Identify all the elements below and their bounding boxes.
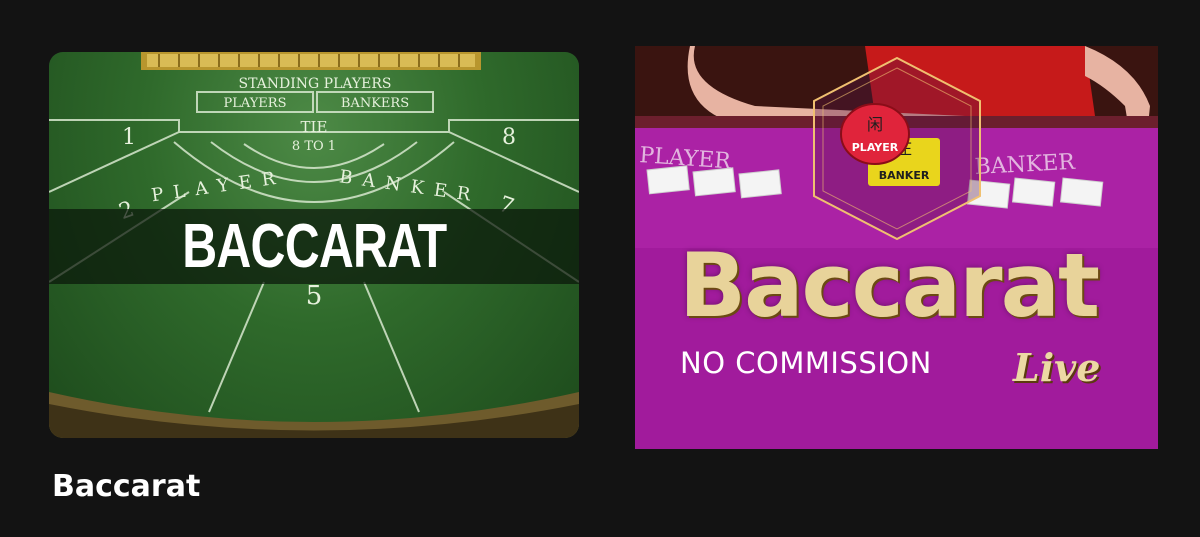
live-game-title: Baccarat	[679, 234, 1100, 337]
player-chip-label: PLAYER	[852, 141, 899, 154]
player-word-label: PLAYER	[150, 167, 287, 207]
banker-word-label: BANKER	[338, 166, 482, 207]
seat-number-1: 1	[122, 125, 136, 150]
title-banner: BACCARAT	[49, 209, 579, 284]
seat-number-8: 8	[502, 125, 516, 150]
section-title: Baccarat	[52, 469, 201, 504]
tie-odds-label: 8 TO 1	[292, 139, 336, 154]
player-chip-glyph: 闲	[867, 115, 883, 134]
baccarat-live-tile[interactable]: PLAYER BANKER 庄 BANKER 闲 PLAYER Baccarat…	[635, 46, 1158, 449]
players-label: PLAYERS	[223, 96, 286, 111]
felt-banker-text: BANKER	[974, 150, 1077, 180]
standing-players-label: STANDING PLAYERS	[238, 76, 391, 92]
banker-chip-label: BANKER	[879, 169, 930, 182]
seat-number-5: 5	[306, 281, 323, 311]
live-tag: Live	[1013, 345, 1101, 390]
baccarat-game-tile[interactable]: STANDING PLAYERS PLAYERS BANKERS TIE 8 T…	[49, 52, 579, 438]
tie-label: TIE	[301, 118, 328, 136]
bankers-label: BANKERS	[341, 96, 409, 111]
banner-title: BACCARAT	[181, 211, 447, 281]
live-game-subtitle: NO COMMISSION	[680, 346, 932, 380]
